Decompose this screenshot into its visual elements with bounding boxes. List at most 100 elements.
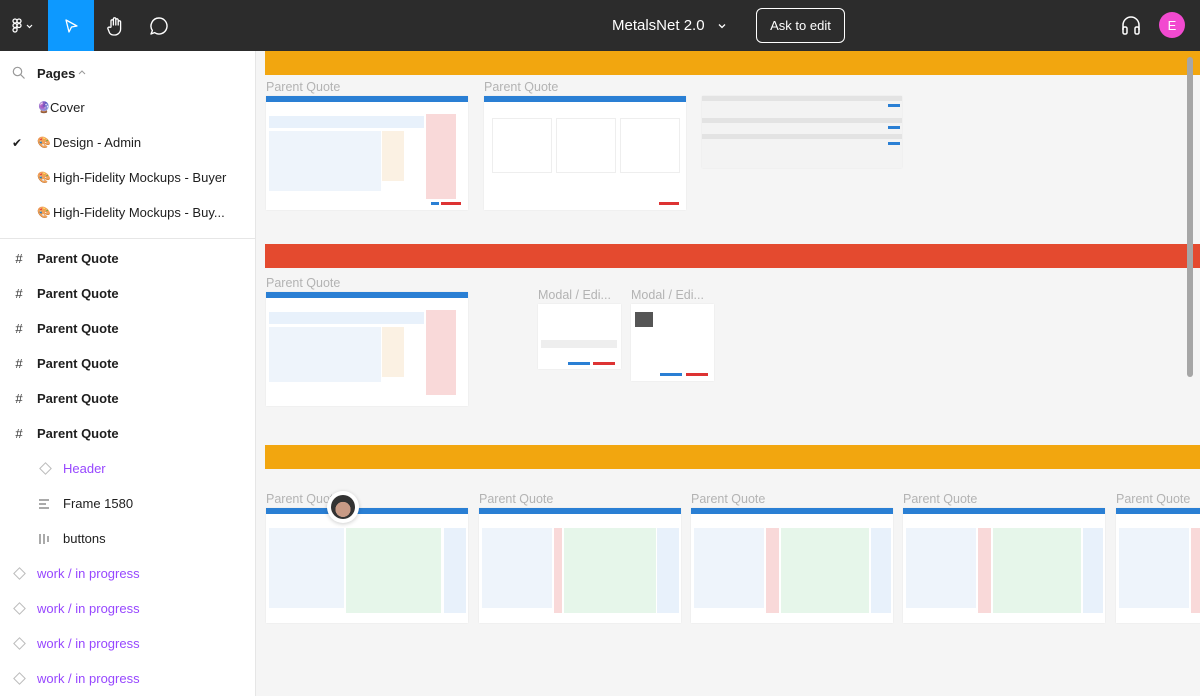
- section-banner-red[interactable]: [265, 244, 1200, 268]
- layer-item[interactable]: # Parent Quote: [0, 381, 256, 416]
- move-tool-button[interactable]: [48, 0, 94, 51]
- layer-item[interactable]: # Parent Quote: [0, 241, 256, 276]
- left-sidebar: Pages 🔮 Cover ✔ 🎨 Design - Admin 🎨 High-…: [0, 51, 256, 696]
- hand-tool-button[interactable]: [94, 0, 138, 51]
- frame-hash-icon: #: [15, 391, 23, 406]
- layer-item[interactable]: # Parent Quote: [0, 416, 256, 451]
- ask-to-edit-button[interactable]: Ask to edit: [756, 8, 845, 43]
- layer-item[interactable]: # Parent Quote: [0, 311, 256, 346]
- autolayout-vertical-icon: [38, 497, 52, 511]
- layer-item-header[interactable]: Header: [0, 451, 256, 486]
- frame-thumbnail-parent-quote[interactable]: [691, 508, 893, 623]
- layer-item-work-in-progress[interactable]: work / in progress: [0, 591, 256, 626]
- pages-header[interactable]: Pages: [0, 59, 256, 87]
- crystal-ball-icon: 🔮: [37, 102, 51, 114]
- component-instance-icon: [38, 462, 52, 476]
- layer-label: work / in progress: [37, 566, 140, 581]
- layer-item[interactable]: # Parent Quote: [0, 276, 256, 311]
- layer-label: Parent Quote: [37, 321, 119, 336]
- page-label: High-Fidelity Mockups - Buy...: [53, 205, 225, 220]
- layer-label: Parent Quote: [37, 426, 119, 441]
- layer-label: work / in progress: [37, 601, 140, 616]
- frame-label[interactable]: Parent Quote: [266, 276, 340, 290]
- page-label: Design - Admin: [53, 135, 142, 150]
- toolbar: MetalsNet 2.0 Ask to edit E: [0, 0, 1200, 51]
- headphones-icon: [1122, 16, 1140, 35]
- search-icon[interactable]: [12, 66, 26, 80]
- frame-label[interactable]: Modal / Edi...: [538, 288, 611, 302]
- page-item-hifi-buyer-2[interactable]: 🎨 High-Fidelity Mockups - Buy...: [0, 195, 256, 230]
- file-title-menu[interactable]: MetalsNet 2.0: [612, 0, 727, 51]
- palette-icon: 🎨: [37, 172, 51, 184]
- layer-label: Parent Quote: [37, 356, 119, 371]
- checkmark-icon: ✔: [12, 135, 23, 150]
- frame-label[interactable]: Parent Quote: [903, 492, 977, 506]
- file-title: MetalsNet 2.0: [612, 17, 705, 34]
- layer-label: Parent Quote: [37, 286, 119, 301]
- component-instance-icon: [12, 602, 26, 616]
- layer-item-buttons[interactable]: buttons: [0, 521, 256, 556]
- user-avatar[interactable]: E: [1159, 12, 1185, 38]
- frame-thumbnail-details[interactable]: [702, 96, 902, 168]
- component-instance-icon: [12, 637, 26, 651]
- figma-logo-icon: [12, 17, 33, 33]
- frame-label[interactable]: Parent Quote: [479, 492, 553, 506]
- frame-thumbnail-parent-quote[interactable]: [266, 96, 468, 210]
- frame-hash-icon: #: [15, 356, 23, 371]
- page-item-hifi-buyer[interactable]: 🎨 High-Fidelity Mockups - Buyer: [0, 160, 256, 195]
- section-banner-orange[interactable]: [265, 445, 1200, 469]
- layer-label: Parent Quote: [37, 391, 119, 406]
- sidebar-divider: [0, 238, 256, 239]
- comment-icon: [150, 16, 168, 35]
- page-label: Cover: [50, 100, 85, 115]
- layer-label: Header: [63, 461, 106, 476]
- section-banner-orange[interactable]: [265, 51, 1200, 75]
- frame-label[interactable]: Parent Quote: [484, 80, 558, 94]
- layer-item-work-in-progress[interactable]: work / in progress: [0, 626, 256, 661]
- frame-thumbnail-parent-quote[interactable]: [479, 508, 681, 623]
- design-canvas[interactable]: Parent Quote Parent Quote Parent Quote M…: [257, 51, 1200, 696]
- layer-item[interactable]: # Parent Quote: [0, 346, 256, 381]
- frame-thumbnail-modal[interactable]: [631, 304, 714, 381]
- pages-label: Pages: [37, 65, 76, 81]
- chevron-up-icon[interactable]: [78, 69, 86, 75]
- palette-icon: 🎨: [37, 137, 51, 149]
- frame-thumbnail-parent-quote[interactable]: [903, 508, 1105, 623]
- vertical-scrollbar[interactable]: [1187, 57, 1193, 377]
- frame-label[interactable]: Parent Quote: [266, 80, 340, 94]
- frame-hash-icon: #: [15, 251, 23, 266]
- layer-label: Parent Quote: [37, 251, 119, 266]
- component-instance-icon: [12, 672, 26, 686]
- frame-thumbnail-parent-quote[interactable]: [266, 508, 468, 623]
- layer-item-work-in-progress[interactable]: work / in progress: [0, 661, 256, 696]
- audio-button[interactable]: [1120, 13, 1142, 42]
- frame-hash-icon: #: [15, 286, 23, 301]
- layer-label: buttons: [63, 531, 106, 546]
- frame-label[interactable]: Modal / Edi...: [631, 288, 704, 302]
- layer-item-work-in-progress[interactable]: work / in progress: [0, 556, 256, 591]
- component-instance-icon: [12, 567, 26, 581]
- frame-thumbnail-modal[interactable]: [538, 304, 621, 369]
- chevron-down-icon: [718, 23, 726, 28]
- collaborator-cursor-avatar: [327, 491, 359, 523]
- frame-hash-icon: #: [15, 321, 23, 336]
- frame-thumbnail-parent-quote[interactable]: [266, 292, 468, 406]
- frame-thumbnail-parent-quote[interactable]: [484, 96, 686, 210]
- comment-tool-button[interactable]: [138, 0, 180, 51]
- page-item-cover[interactable]: 🔮 Cover: [0, 90, 256, 125]
- frame-thumbnail-parent-quote[interactable]: [1116, 508, 1200, 623]
- hand-icon: [107, 16, 122, 36]
- main-menu-button[interactable]: [0, 0, 46, 51]
- layer-label: work / in progress: [37, 671, 140, 686]
- frame-hash-icon: #: [15, 426, 23, 441]
- autolayout-horizontal-icon: [38, 532, 52, 546]
- palette-icon: 🎨: [37, 207, 51, 219]
- cursor-icon: [65, 18, 78, 33]
- page-item-design-admin[interactable]: ✔ 🎨 Design - Admin: [0, 125, 256, 160]
- page-label: High-Fidelity Mockups - Buyer: [53, 170, 227, 185]
- layer-label: work / in progress: [37, 636, 140, 651]
- frame-label[interactable]: Parent Quote: [1116, 492, 1190, 506]
- frame-label[interactable]: Parent Quote: [691, 492, 765, 506]
- layer-item-frame-1580[interactable]: Frame 1580: [0, 486, 256, 521]
- layer-label: Frame 1580: [63, 496, 134, 511]
